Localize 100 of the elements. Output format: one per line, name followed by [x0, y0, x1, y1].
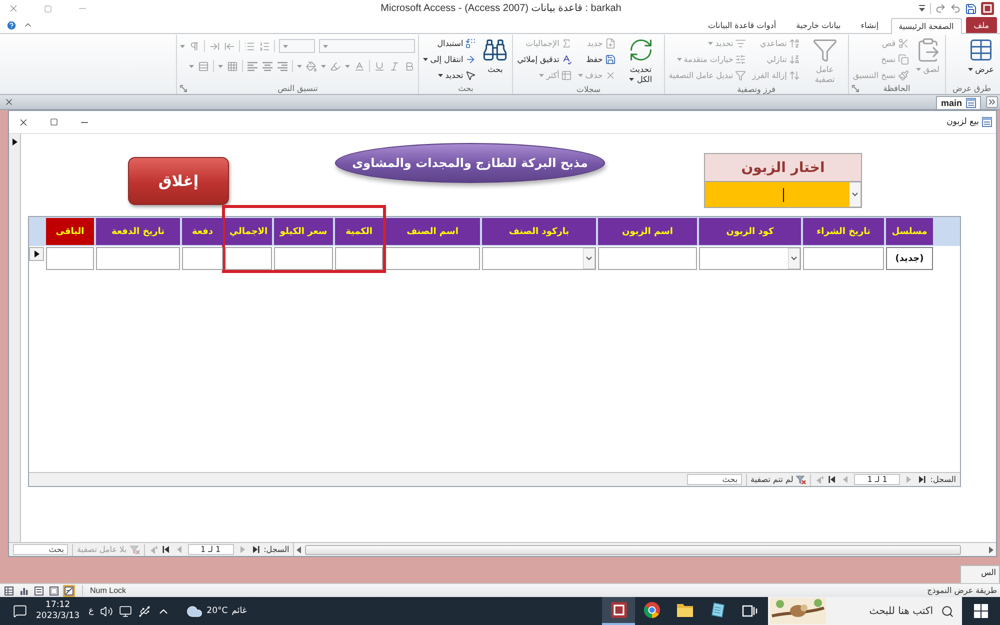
- list-filter-icon: [735, 38, 746, 49]
- redo-icon[interactable]: [935, 3, 946, 14]
- close-icon[interactable]: [4, 97, 14, 107]
- taskbar-search-box[interactable]: اكتب هنا للبحث: [768, 597, 962, 625]
- layout-icon[interactable]: [48, 584, 60, 596]
- input-field[interactable]: [803, 247, 884, 270]
- ribbon-button[interactable]: تدقيق إملائي: [516, 52, 574, 67]
- input-field[interactable]: [182, 247, 223, 270]
- paint-bucket-icon[interactable]: [306, 60, 318, 72]
- first-record-icon[interactable]: [917, 475, 926, 484]
- ribbon-button[interactable]: عرض: [966, 35, 995, 75]
- language-indicator[interactable]: ع: [88, 606, 94, 616]
- ribbon-button[interactable]: تحديد: [422, 68, 478, 83]
- scrollbar-thumb[interactable]: [305, 544, 961, 554]
- column-header: كود الزبون: [699, 218, 801, 245]
- customize-icon[interactable]: [918, 4, 926, 13]
- gridlines-icon[interactable]: [227, 60, 238, 72]
- maximize-icon[interactable]: [44, 4, 52, 12]
- bold-icon[interactable]: [404, 60, 416, 72]
- numbered-list-icon[interactable]: [259, 40, 270, 52]
- group-label: فرز وتصفية: [737, 85, 776, 94]
- ribbon-button[interactable]: استبدال: [422, 36, 478, 51]
- align-right-icon[interactable]: [277, 60, 288, 72]
- rows-icon[interactable]: [198, 60, 210, 72]
- align-left-icon[interactable]: [247, 60, 258, 72]
- caret-icon[interactable]: [583, 248, 595, 269]
- input-field[interactable]: [225, 247, 272, 270]
- ribbon-tab[interactable]: أدوات قاعدة البيانات: [700, 17, 784, 33]
- task-view-icon[interactable]: [742, 604, 758, 618]
- ribbon-tab[interactable]: إنشاء: [852, 17, 887, 33]
- ribbon-tab[interactable]: بيانات خارجية: [788, 17, 849, 33]
- new-record-icon[interactable]: [815, 475, 824, 484]
- weather-condition[interactable]: غائم: [232, 606, 247, 616]
- last-record-icon[interactable]: [828, 475, 838, 484]
- input-field[interactable]: [335, 247, 383, 270]
- ribbon-button[interactable]: انتقال إلى: [422, 52, 478, 67]
- usb-icon[interactable]: [138, 604, 151, 618]
- close-icon[interactable]: [18, 116, 29, 128]
- caret-icon[interactable]: [849, 182, 861, 207]
- arrow-to-line-icon[interactable]: [224, 40, 236, 52]
- notepad-icon: [708, 601, 726, 619]
- notification-icon[interactable]: [13, 604, 27, 618]
- save-icon[interactable]: [965, 2, 977, 14]
- highlighter-icon[interactable]: [330, 60, 342, 72]
- document-tab[interactable]: main: [936, 96, 981, 108]
- ribbon-tab[interactable]: الصفحة الرئيسية: [890, 18, 962, 34]
- close-form-button[interactable]: إغلاق: [128, 157, 229, 205]
- align-center-icon[interactable]: [262, 60, 274, 72]
- arrow-to-line-icon[interactable]: [209, 40, 220, 52]
- combo-field[interactable]: [482, 247, 596, 270]
- undo-icon[interactable]: [950, 3, 961, 14]
- font-color-icon[interactable]: [354, 60, 366, 72]
- input-field[interactable]: [385, 247, 480, 270]
- ribbon-button[interactable]: بحث: [481, 35, 510, 75]
- ribbon-tab[interactable]: ملف: [966, 17, 997, 33]
- grid-icon[interactable]: [3, 584, 15, 596]
- caret-icon[interactable]: [788, 248, 800, 269]
- clock-time[interactable]: 17:12: [46, 600, 70, 611]
- previous-record-icon[interactable]: [238, 545, 247, 554]
- square-slash-icon[interactable]: [63, 584, 75, 596]
- record-number-field[interactable]: 1 لـ 1: [854, 474, 900, 485]
- form-icon[interactable]: [33, 584, 45, 596]
- column-header: دفعة: [182, 218, 223, 245]
- double-chevron-icon[interactable]: [986, 96, 998, 108]
- italic-icon[interactable]: [389, 60, 400, 72]
- search-field[interactable]: بحث: [686, 474, 742, 485]
- scroll-left-icon[interactable]: [296, 546, 302, 554]
- previous-record-icon[interactable]: [904, 475, 914, 484]
- filter-status-button[interactable]: لم تتم تصفية: [746, 474, 812, 486]
- input-field[interactable]: [598, 247, 697, 270]
- record-selector[interactable]: [29, 247, 44, 261]
- scroll-right-icon[interactable]: [988, 546, 994, 554]
- pilcrow-icon[interactable]: [189, 40, 200, 52]
- next-record-icon[interactable]: [174, 545, 184, 554]
- input-field[interactable]: [46, 247, 94, 270]
- status-indicator: Num Lock: [90, 586, 126, 595]
- volume-icon[interactable]: [100, 604, 113, 618]
- record-number-field[interactable]: 1 لـ 1: [188, 544, 234, 555]
- last-record-icon[interactable]: [162, 545, 171, 554]
- next-record-icon[interactable]: [841, 475, 850, 484]
- combo-field[interactable]: [699, 247, 801, 270]
- clock-date[interactable]: 2023/3/13: [36, 611, 80, 622]
- underline-icon[interactable]: [374, 60, 386, 72]
- maximize-icon[interactable]: [50, 118, 58, 126]
- font-size-field[interactable]: [279, 39, 316, 53]
- ribbon-button[interactable]: تحديث الكل: [620, 35, 661, 85]
- monitor-icon[interactable]: [118, 604, 132, 618]
- search-field[interactable]: اكتب هنا للبحث: [832, 599, 935, 623]
- customer-combo[interactable]: [704, 182, 862, 208]
- new-record-icon[interactable]: [148, 545, 158, 554]
- windows-logo-icon[interactable]: [974, 604, 988, 618]
- input-field[interactable]: [96, 247, 180, 270]
- ribbon-button[interactable]: حفظ: [577, 52, 617, 67]
- weather-temperature[interactable]: 20°C: [206, 606, 228, 616]
- input-field[interactable]: [274, 247, 333, 270]
- first-record-icon[interactable]: [250, 545, 260, 554]
- launcher-icon[interactable]: [852, 85, 859, 92]
- help-icon[interactable]: [6, 20, 17, 30]
- taskbar-button[interactable]: [602, 597, 635, 625]
- search-field[interactable]: بحث: [13, 544, 68, 555]
